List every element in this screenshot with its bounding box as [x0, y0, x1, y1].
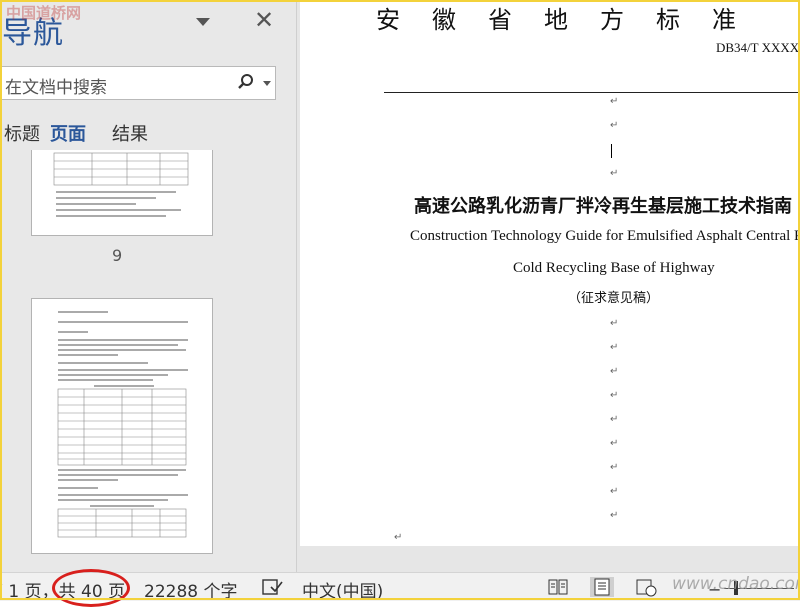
thumbnail-page-number: 9: [112, 246, 123, 265]
paragraph-mark: ↵: [610, 414, 619, 425]
search-box[interactable]: 在文档中搜索: [0, 66, 276, 100]
paragraph-mark: ↵: [610, 96, 619, 107]
paragraph-mark: ↵: [610, 486, 619, 497]
search-options-caret-icon[interactable]: [263, 81, 271, 86]
web-layout-icon[interactable]: [634, 577, 658, 597]
print-layout-icon[interactable]: [590, 577, 614, 597]
standard-code: DB34/T XXXX: [716, 40, 800, 55]
document-title-en-line2: Cold Recycling Base of Highway: [513, 260, 715, 276]
paragraph-mark: ↵: [610, 462, 619, 473]
standard-header: 安徽省地方标准: [376, 6, 768, 34]
document-title-cn: 高速公路乳化沥青厂拌冷再生基层施工技术指南: [414, 196, 792, 217]
search-icon[interactable]: [237, 73, 255, 91]
word-count[interactable]: 22288 个字: [144, 577, 237, 602]
paragraph-mark: ↵: [610, 390, 619, 401]
tab-headings[interactable]: 标题: [4, 120, 40, 146]
paragraph-mark: ↵: [394, 532, 403, 543]
highlight-circle: [52, 569, 130, 607]
thumbnail-content: [57, 311, 188, 538]
watermark-bottom: www.cndao.com: [672, 574, 800, 594]
header-rule: [384, 92, 800, 93]
tab-results[interactable]: 结果: [112, 120, 148, 146]
tab-pages[interactable]: 页面: [50, 120, 86, 146]
text-cursor: [611, 144, 612, 158]
page-prefix: 第 1 页，: [0, 582, 59, 602]
document-page[interactable]: 安徽省地方标准 DB34/T XXXX ↵ ↵ ↵ 高速公路乳化沥青厂拌冷再生基…: [300, 0, 800, 546]
paragraph-mark: ↵: [610, 438, 619, 449]
document-title-en-line1: Construction Technology Guide for Emulsi…: [410, 228, 800, 244]
language-indicator[interactable]: 中文(中国): [302, 577, 383, 602]
page-thumbnail-10[interactable]: [31, 298, 213, 554]
thumbnail-content: [53, 152, 189, 217]
proofing-icon[interactable]: [262, 578, 284, 596]
close-icon[interactable]: ✕: [254, 6, 274, 34]
paragraph-mark: ↵: [610, 366, 619, 377]
watermark-top: 中国道桥网: [6, 4, 82, 22]
paragraph-mark: ↵: [610, 510, 619, 521]
paragraph-mark: ↵: [610, 120, 619, 131]
document-area[interactable]: 安徽省地方标准 DB34/T XXXX ↵ ↵ ↵ 高速公路乳化沥青厂拌冷再生基…: [297, 0, 800, 572]
page-thumbnails: 9: [0, 150, 296, 570]
paragraph-mark: ↵: [610, 168, 619, 179]
page-thumbnail-9[interactable]: [31, 150, 213, 236]
paragraph-mark: ↵: [610, 318, 619, 329]
navigation-pane: 导航 ✕ 在文档中搜索 标题 页面 结果 9: [0, 0, 297, 572]
paragraph-mark: ↵: [610, 342, 619, 353]
draft-label: （征求意见稿）: [568, 291, 660, 306]
search-input[interactable]: 在文档中搜索: [5, 73, 107, 98]
read-mode-icon[interactable]: [546, 577, 570, 597]
nav-options-dropdown-icon[interactable]: [196, 18, 210, 26]
